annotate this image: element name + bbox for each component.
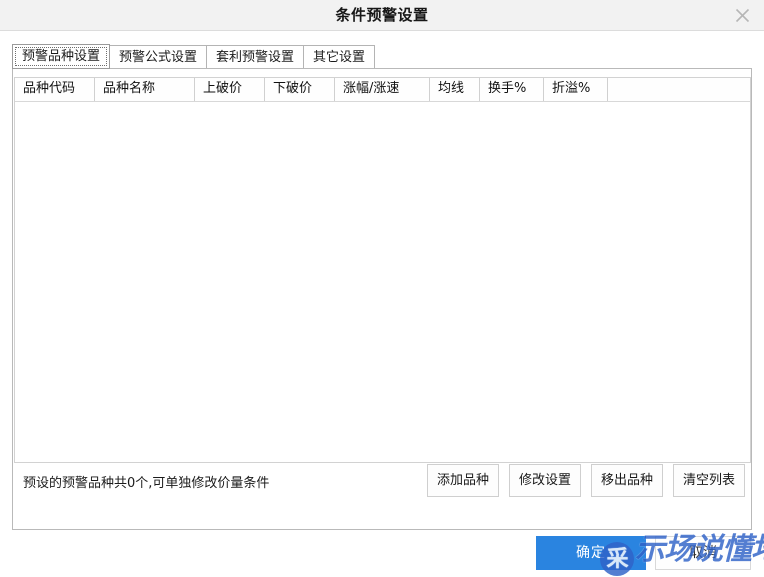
tab-strip: 预警品种设置 预警公式设置 套利预警设置 其它设置 (12, 44, 376, 69)
grid-column-filler (608, 78, 750, 101)
grid-column-symbol-name[interactable]: 品种名称 (95, 78, 195, 101)
close-button[interactable] (728, 3, 756, 28)
grid-header-row: 品种代码 品种名称 上破价 下破价 涨幅/涨速 均线 换手% 折溢% (15, 78, 750, 102)
grid-column-moving-average[interactable]: 均线 (430, 78, 480, 101)
tab-label: 预警品种设置 (22, 49, 101, 64)
action-button-row: 添加品种 修改设置 移出品种 清空列表 (427, 464, 745, 497)
grid-body[interactable] (15, 102, 750, 462)
symbol-grid[interactable]: 品种代码 品种名称 上破价 下破价 涨幅/涨速 均线 换手% 折溢% (14, 77, 751, 463)
remove-symbol-button[interactable]: 移出品种 (591, 464, 663, 497)
grid-column-premium[interactable]: 折溢% (544, 78, 608, 101)
ok-button[interactable]: 确定 (536, 536, 646, 570)
tab-alert-symbols[interactable]: 预警品种设置 (12, 44, 111, 69)
tab-content-panel: 品种代码 品种名称 上破价 下破价 涨幅/涨速 均线 换手% 折溢% 预设的预警… (12, 68, 752, 530)
grid-column-symbol-code[interactable]: 品种代码 (15, 78, 95, 101)
grid-column-break-up[interactable]: 上破价 (195, 78, 265, 101)
title-bar: 条件预警设置 (0, 0, 764, 31)
window-title: 条件预警设置 (335, 6, 429, 24)
tab-alert-formula[interactable]: 预警公式设置 (109, 45, 208, 69)
dialog-footer: 确定 取消 (0, 534, 764, 577)
tab-other-settings[interactable]: 其它设置 (303, 45, 376, 69)
edit-settings-button[interactable]: 修改设置 (509, 464, 581, 497)
grid-column-turnover[interactable]: 换手% (480, 78, 544, 101)
add-symbol-button[interactable]: 添加品种 (427, 464, 499, 497)
tab-label: 预警公式设置 (119, 50, 198, 65)
grid-column-change-speed[interactable]: 涨幅/涨速 (335, 78, 430, 101)
cancel-button[interactable]: 取消 (655, 536, 751, 570)
grid-column-break-down[interactable]: 下破价 (265, 78, 335, 101)
tab-label: 其它设置 (313, 50, 366, 65)
tab-arbitrage-alert[interactable]: 套利预警设置 (206, 45, 305, 69)
close-icon (735, 8, 750, 23)
clear-list-button[interactable]: 清空列表 (673, 464, 745, 497)
tab-label: 套利预警设置 (216, 50, 295, 65)
status-text: 预设的预警品种共0个,可单独修改价量条件 (23, 476, 270, 491)
